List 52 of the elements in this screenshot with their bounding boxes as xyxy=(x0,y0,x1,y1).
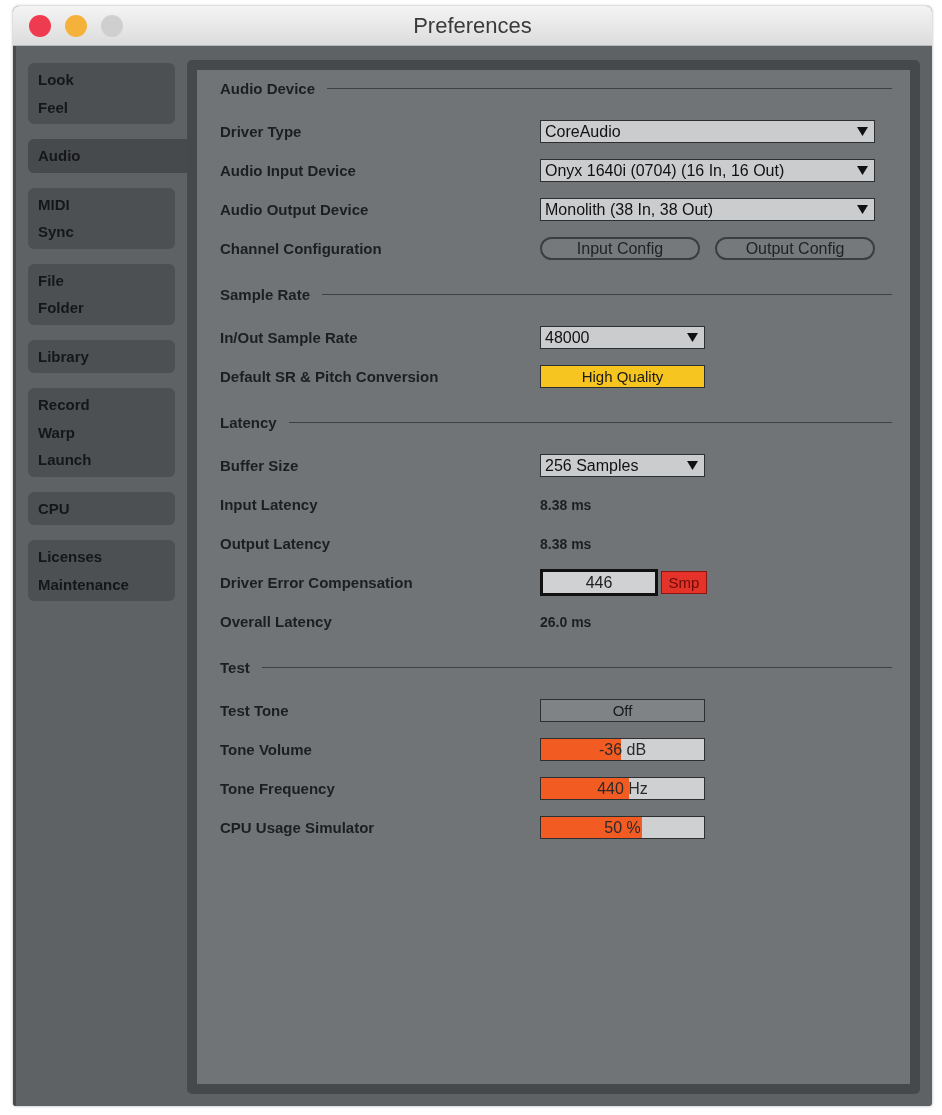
caret-icon xyxy=(687,461,698,470)
window-title: Preferences xyxy=(413,12,532,39)
dropdown[interactable]: Monolith (38 In, 38 Out) xyxy=(540,198,875,221)
latency-value: 8.38 ms xyxy=(540,535,592,552)
setting-label: Default SR & Pitch Conversion xyxy=(220,368,440,385)
section-title: Sample Rate xyxy=(220,285,311,303)
section-title: Audio Device xyxy=(220,79,316,97)
slider-track[interactable]: 440 Hz xyxy=(540,777,705,800)
sidebar-tab[interactable]: Library xyxy=(28,339,175,373)
latency-value: 26.0 ms xyxy=(540,613,592,630)
section-title: Test xyxy=(220,658,250,676)
dropdown[interactable]: 256 Samples xyxy=(540,454,705,477)
setting-label: Overall Latency xyxy=(220,613,333,630)
setting-label: Audio Output Device xyxy=(220,201,370,218)
sidebar-tab[interactable]: Look Feel xyxy=(28,63,175,124)
dropdown[interactable]: Onyx 1640i (0704) (16 In, 16 Out) xyxy=(540,159,875,182)
minimize-button[interactable] xyxy=(65,14,87,37)
sidebar-tab[interactable]: File Folder xyxy=(28,263,175,325)
setting-label: Buffer Size xyxy=(220,457,300,474)
dropdown[interactable]: CoreAudio xyxy=(540,120,875,143)
setting-label: Channel Configuration xyxy=(220,240,383,257)
close-button[interactable] xyxy=(29,14,51,37)
setting-label: Test Tone xyxy=(220,702,290,719)
setting-label: Audio Input Device xyxy=(220,162,357,179)
sidebar-tab[interactable]: MIDI Sync xyxy=(28,187,175,249)
sidebar-tab[interactable]: CPU xyxy=(28,491,175,525)
caret-icon xyxy=(687,333,698,342)
setting-label: In/Out Sample Rate xyxy=(220,329,359,346)
caret-icon xyxy=(857,127,868,136)
slider-value: 50 % xyxy=(604,818,641,837)
dropdown[interactable]: 48000 xyxy=(540,326,705,349)
sidebar-tab[interactable]: Record Warp Launch xyxy=(28,388,175,477)
latency-value: 8.38 ms xyxy=(540,496,592,513)
setting-label: Input Latency xyxy=(220,496,319,513)
slider-track[interactable]: 50 % xyxy=(540,816,705,839)
section-title: Latency xyxy=(220,413,277,431)
caret-icon xyxy=(857,166,868,175)
sidebar-tab[interactable]: Licenses Maintenance xyxy=(28,540,175,601)
setting-label: Output Latency xyxy=(220,535,331,552)
unit-toggle[interactable]: Smp xyxy=(661,571,707,594)
setting-label: Tone Frequency xyxy=(220,780,336,797)
config-button[interactable]: Output Config xyxy=(715,237,875,260)
caret-icon xyxy=(857,205,868,214)
number-field[interactable]: 446 xyxy=(540,569,658,596)
config-button[interactable]: Input Config xyxy=(540,237,700,260)
setting-label: Driver Type xyxy=(220,123,303,140)
setting-label: CPU Usage Simulator xyxy=(220,819,376,836)
toggle-button[interactable]: High Quality xyxy=(540,365,705,388)
toggle-button[interactable]: Off xyxy=(540,699,705,722)
setting-label: Tone Volume xyxy=(220,741,313,758)
slider-value: 440 Hz xyxy=(597,779,648,798)
setting-label: Driver Error Compensation xyxy=(220,574,414,591)
